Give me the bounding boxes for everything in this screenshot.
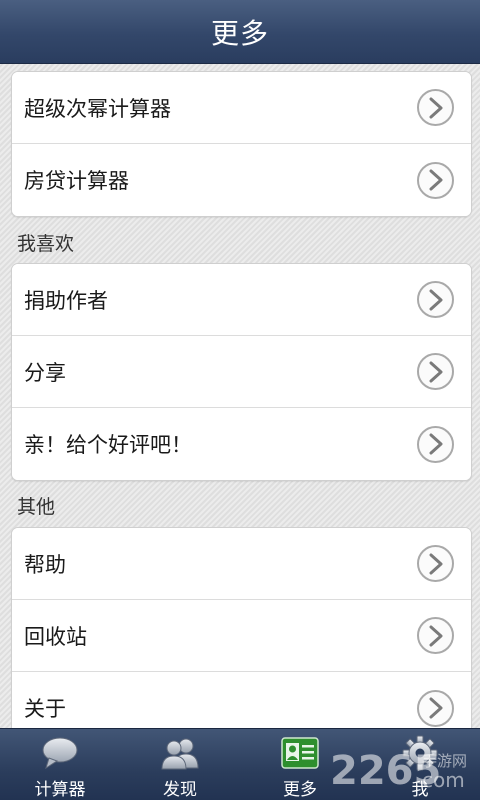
list-item-label: 分享 <box>24 360 66 385</box>
tab-label: 更多 <box>283 780 317 800</box>
bottom-tab-bar: 计算器 发现 更多 我 <box>0 728 480 800</box>
tab-label: 计算器 <box>34 780 86 800</box>
list-item-donate[interactable]: 捐助作者 <box>12 264 471 336</box>
list-item-share[interactable]: 分享 <box>12 336 471 408</box>
list-item-label: 超级次幂计算器 <box>24 96 171 121</box>
tab-calculator[interactable]: 计算器 <box>0 729 120 800</box>
gear-icon <box>400 735 440 771</box>
contact-card-icon <box>280 735 320 771</box>
list-item-recycle-bin[interactable]: 回收站 <box>12 600 471 672</box>
tab-me[interactable]: 我 <box>360 729 480 800</box>
section-title-other: 其他 <box>17 496 56 518</box>
list-item-mortgage-calculator[interactable]: 房贷计算器 <box>12 144 471 216</box>
tab-label: 发现 <box>163 780 197 800</box>
calculators-group: 超级次幂计算器 房贷计算器 <box>11 71 472 217</box>
other-group: 帮助 回收站 关于 <box>11 527 472 745</box>
list-item-label: 捐助作者 <box>24 288 108 313</box>
list-item-label: 帮助 <box>24 552 66 577</box>
tab-discover[interactable]: 发现 <box>120 729 240 800</box>
list-item-rate-app[interactable]: 亲！给个好评吧！ <box>12 408 471 480</box>
chevron-right-icon <box>417 353 454 390</box>
speech-bubble-icon <box>40 735 80 771</box>
chevron-right-icon <box>417 161 454 199</box>
list-item-power-calculator[interactable]: 超级次幂计算器 <box>12 72 471 144</box>
chevron-right-icon <box>417 689 454 727</box>
chevron-right-icon <box>417 425 454 463</box>
list-item-label: 房贷计算器 <box>24 169 129 193</box>
list-item-label: 关于 <box>24 697 66 721</box>
chevron-right-icon <box>417 281 454 318</box>
title-bar: 更多 <box>0 0 480 64</box>
list-item-label: 回收站 <box>24 624 87 649</box>
tab-label: 我 <box>411 780 429 800</box>
page-title: 更多 <box>210 16 269 50</box>
chevron-right-icon <box>417 545 454 582</box>
section-title-favorites: 我喜欢 <box>17 233 75 255</box>
chevron-right-icon <box>417 89 454 126</box>
tab-more[interactable]: 更多 <box>240 729 360 800</box>
favorites-group: 捐助作者 分享 亲！给个好评吧！ <box>11 263 472 481</box>
chevron-right-icon <box>417 617 454 654</box>
people-icon <box>160 735 200 771</box>
list-item-label: 亲！给个好评吧！ <box>24 433 192 457</box>
list-item-help[interactable]: 帮助 <box>12 528 471 600</box>
